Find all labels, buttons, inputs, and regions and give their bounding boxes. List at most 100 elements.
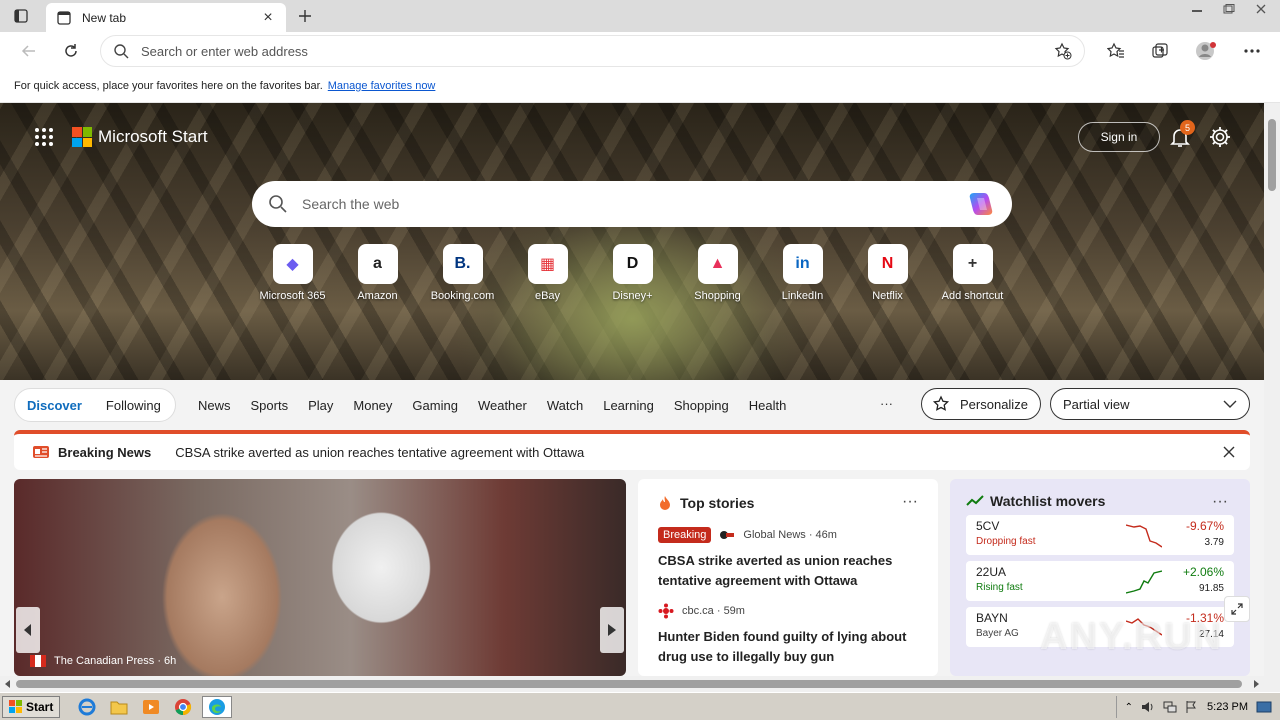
show-desktop-icon[interactable] [1256,700,1272,714]
nav-link-play[interactable]: Play [298,398,343,413]
nav-link-gaming[interactable]: Gaming [402,398,468,413]
add-favorite-icon[interactable] [1054,42,1072,60]
media-player-icon[interactable] [138,696,164,718]
previous-arrow-icon[interactable] [16,607,40,653]
copilot-icon[interactable] [966,189,996,219]
nav-link-weather[interactable]: Weather [468,398,537,413]
view-select[interactable]: Partial view [1050,388,1250,420]
close-icon[interactable] [1222,445,1236,459]
story-meta: Breaking Global News · 46m [658,527,918,543]
start-button[interactable]: Start [2,695,61,718]
expand-icon[interactable] [1224,596,1250,622]
nav-link-sports[interactable]: Sports [241,398,299,413]
more-categories-icon[interactable]: ··· [880,396,893,411]
browser-toolbar: Search or enter web address [0,32,1280,70]
nav-link-shopping[interactable]: Shopping [664,398,739,413]
story-item[interactable]: Breaking Global News · 46m CBSA strike a… [658,527,918,591]
address-placeholder: Search or enter web address [141,43,308,59]
watchlist-row[interactable]: 5CV Dropping fast -9.67% 3.79 [966,515,1234,555]
chrome-icon[interactable] [170,696,196,718]
tab-following[interactable]: Following [94,398,173,413]
horizontal-scroll-thumb[interactable] [16,680,1242,688]
sparkline-chart [1126,524,1162,548]
settings-gear-icon[interactable] [1208,125,1232,149]
refresh-icon[interactable] [56,36,86,66]
tab-new-tab[interactable]: New tab × [46,3,286,32]
stock-change: +2.06% [1182,565,1224,579]
window-controls [1182,0,1276,18]
edge-icon[interactable] [202,695,233,718]
story-item[interactable]: cbc.ca · 59m Hunter Biden found guilty o… [658,603,918,667]
shortcut-amazon[interactable]: a Amazon [335,244,420,302]
trend-chart-icon [966,495,984,506]
nav-link-health[interactable]: Health [739,398,797,413]
scroll-left-icon[interactable] [4,680,12,688]
vertical-scrollbar[interactable] [1264,103,1280,676]
internet-explorer-icon[interactable] [74,696,100,718]
shortcut-glyph: ◆ [286,256,299,273]
watchlist-row[interactable]: 22UA Rising fast +2.06% 91.85 [966,561,1234,601]
back-arrow-icon[interactable] [14,36,44,66]
file-explorer-icon[interactable] [106,696,132,718]
profile-avatar[interactable] [1191,36,1221,66]
shortcut-ebay[interactable]: ▦ eBay [505,244,590,302]
breaking-news-bar[interactable]: Breaking News CBSA strike averted as uni… [14,430,1250,470]
tab-actions-icon[interactable] [10,6,32,26]
app-launcher-icon[interactable] [34,127,54,147]
clock[interactable]: 5:23 PM [1207,701,1248,713]
top-stories-card: Top stories ··· Breaking Global News · 4… [638,479,938,676]
collections-icon[interactable] [1145,36,1175,66]
stock-subtitle: Dropping fast [976,536,1036,547]
manage-favorites-link[interactable]: Manage favorites now [328,80,436,92]
shortcut-linkedin[interactable]: in LinkedIn [760,244,845,302]
nav-link-money[interactable]: Money [343,398,402,413]
story-title[interactable]: Hunter Biden found guilty of lying about… [658,627,918,667]
tab-discover[interactable]: Discover [15,398,94,413]
nav-link-learning[interactable]: Learning [593,398,664,413]
action-center-flag-icon[interactable] [1185,700,1199,714]
restore-icon[interactable] [1214,0,1244,18]
notification-badge: 5 [1180,120,1195,135]
show-hidden-icons-icon[interactable]: ⌃ [1125,702,1133,713]
more-menu-icon[interactable] [1237,36,1267,66]
nav-link-news[interactable]: News [188,398,241,413]
sparkline-chart [1126,570,1162,594]
personalize-button[interactable]: Personalize [921,388,1041,420]
volume-icon[interactable] [1141,700,1155,714]
story-title[interactable]: CBSA strike averted as union reaches ten… [658,551,918,591]
shortcut-glyph: N [881,255,894,272]
featured-news-card[interactable]: The Canadian Press · 6h [14,479,626,676]
new-tab-button[interactable] [294,6,316,26]
shortcut-shopping[interactable]: ▲ Shopping [675,244,760,302]
watchlist-more-icon[interactable]: ··· [1212,493,1228,511]
network-icon[interactable] [1163,700,1177,714]
scroll-right-icon[interactable] [1252,680,1260,688]
shortcut-netflix[interactable]: N Netflix [845,244,930,302]
top-stories-more-icon[interactable]: ··· [902,493,918,511]
web-search-placeholder: Search the web [302,196,400,212]
minimize-icon[interactable] [1182,0,1212,18]
personalize-label: Personalize [960,396,1028,412]
shortcut-add-shortcut[interactable]: + Add shortcut [930,244,1015,302]
shortcut-label: Microsoft 365 [259,290,326,302]
microsoft-start-logo[interactable]: Microsoft Start [72,127,208,147]
nav-link-watch[interactable]: Watch [537,398,593,413]
close-tab-icon[interactable]: × [260,9,276,26]
windows-logo-icon [9,699,22,713]
shortcut-disney-[interactable]: D Disney+ [590,244,675,302]
shortcut-booking-com[interactable]: B. Booking.com [420,244,505,302]
shortcuts-row: ◆ Microsoft 365 a Amazon B. Booking.com ▦ eBay D… [250,244,1015,302]
close-window-icon[interactable] [1246,0,1276,18]
address-bar[interactable]: Search or enter web address [100,35,1085,67]
breaking-news-headline[interactable]: CBSA strike averted as union reaches ten… [175,445,1222,460]
watchlist-header: Watchlist movers [966,493,1234,509]
netflix-icon: N [867,244,908,284]
sign-in-button[interactable]: Sign in [1078,122,1160,152]
favorites-icon[interactable] [1101,36,1131,66]
next-arrow-icon[interactable] [600,607,624,653]
horizontal-scrollbar[interactable] [0,676,1280,692]
web-search-box[interactable]: Search the web [252,181,1012,227]
shortcut-glyph: + [967,255,978,272]
shortcut-microsoft-365[interactable]: ◆ Microsoft 365 [250,244,335,302]
vertical-scroll-thumb[interactable] [1268,119,1276,191]
